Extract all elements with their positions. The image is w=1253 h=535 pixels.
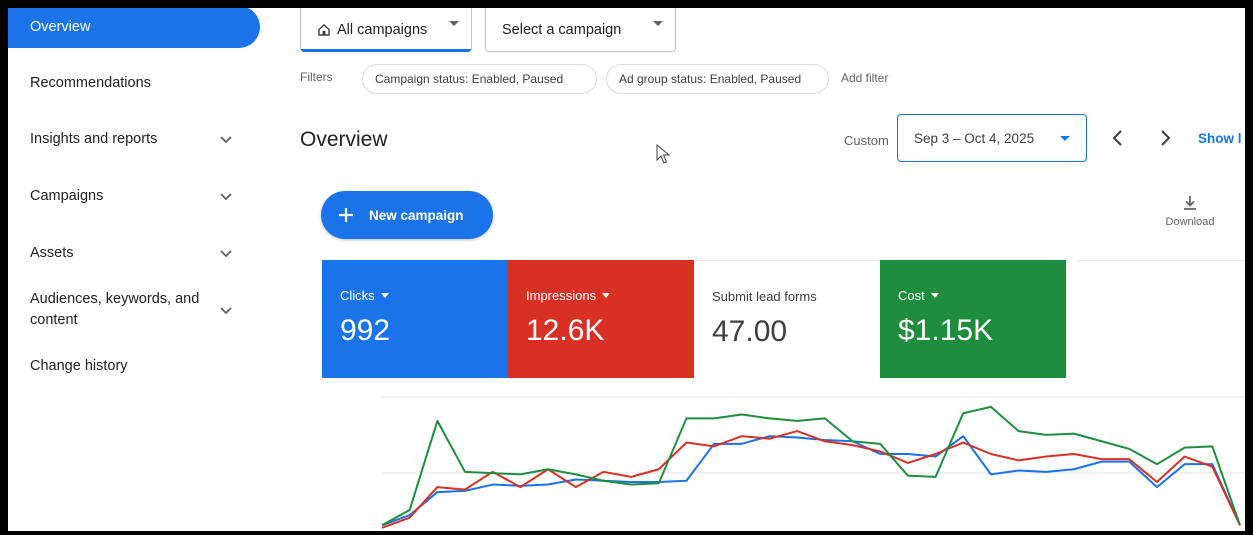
download-button[interactable]: Download	[1158, 194, 1222, 228]
metric-card-impressions[interactable]: Impressions 12.6K	[508, 260, 694, 378]
metric-card-empty	[1076, 260, 1245, 379]
sidebar-item-label: Campaigns	[30, 188, 104, 204]
metric-value: 992	[340, 314, 391, 347]
sidebar-item-insights-and-reports[interactable]: Insights and reports	[8, 117, 260, 161]
filter-chip-ad-group-status[interactable]: Ad group status: Enabled, Paused	[606, 64, 829, 94]
view-selector[interactable]: All campaigns	[300, 8, 472, 52]
mouse-pointer-icon	[656, 144, 671, 164]
sidebar-item-change-history[interactable]: Change history	[8, 344, 260, 388]
series-line-2	[381, 405, 1241, 527]
plus-icon	[339, 208, 353, 222]
metric-value: $1.15K	[898, 314, 994, 347]
sidebar-item-label: Insights and reports	[30, 131, 158, 147]
metric-card-cost[interactable]: Cost $1.15K	[880, 260, 1066, 378]
app-window: Overview Recommendations Insights and re…	[8, 8, 1245, 531]
metric-value: 12.6K	[526, 314, 605, 347]
chevron-down-icon[interactable]	[218, 188, 234, 204]
caret-down-icon	[449, 21, 459, 26]
new-campaign-label: New campaign	[369, 207, 464, 223]
sidebar-item-assets[interactable]: Assets	[8, 231, 260, 275]
home-icon	[318, 24, 330, 36]
range-type-label: Custom	[844, 133, 889, 148]
sidebar-item-label: Change history	[30, 358, 128, 374]
chevron-down-icon[interactable]	[218, 245, 234, 261]
new-campaign-button[interactable]: New campaign	[321, 191, 493, 239]
metric-label: Submit lead forms	[712, 289, 817, 304]
line-chart	[381, 396, 1245, 529]
chevron-down-icon[interactable]	[218, 131, 234, 147]
campaign-selector-value: Select a campaign	[502, 22, 622, 38]
caret-down-icon	[1060, 136, 1070, 141]
date-range-picker[interactable]: Sep 3 – Oct 4, 2025	[897, 114, 1087, 162]
campaign-selector[interactable]: Select a campaign	[485, 8, 676, 52]
sidebar-item-label: Recommendations	[30, 75, 151, 91]
selected-underline	[301, 49, 471, 52]
filter-chip-campaign-status[interactable]: Campaign status: Enabled, Paused	[362, 64, 597, 94]
sidebar-item-label: Assets	[30, 245, 74, 261]
show-link[interactable]: Show l	[1198, 131, 1242, 146]
metric-card-clicks[interactable]: Clicks 992	[322, 260, 508, 378]
performance-chart	[322, 378, 1245, 531]
caret-down-icon[interactable]	[930, 293, 939, 298]
caret-down-icon[interactable]	[602, 293, 611, 298]
series-line-1	[381, 430, 1241, 529]
download-icon	[1184, 196, 1196, 210]
sidebar-item-label: Overview	[30, 19, 91, 35]
metric-value: 47.00	[712, 315, 788, 348]
sidebar-item-recommendations[interactable]: Recommendations	[8, 61, 260, 105]
download-label: Download	[1165, 216, 1215, 228]
main-content: All campaigns Select a campaign Filters …	[270, 8, 1245, 531]
page-title: Overview	[300, 128, 388, 151]
metric-label: Clicks	[340, 288, 375, 303]
metric-card-submit-lead-forms[interactable]: Submit lead forms 47.00	[694, 260, 880, 378]
caret-down-icon[interactable]	[380, 293, 389, 298]
metric-label: Cost	[898, 288, 925, 303]
date-range-value: Sep 3 – Oct 4, 2025	[914, 130, 1035, 146]
add-filter-link[interactable]: Add filter	[841, 71, 888, 85]
chevron-right-icon[interactable]	[1153, 126, 1177, 150]
metric-label: Impressions	[526, 288, 597, 303]
sidebar: Overview Recommendations Insights and re…	[8, 8, 270, 531]
filters-label: Filters	[300, 70, 333, 84]
chevron-down-icon[interactable]	[218, 302, 234, 318]
sidebar-item-overview[interactable]: Overview	[8, 8, 260, 48]
chevron-left-icon[interactable]	[1106, 126, 1130, 150]
caret-down-icon	[653, 21, 663, 26]
sidebar-item-label: Audiences, keywords, and content	[30, 291, 200, 328]
view-selector-value: All campaigns	[337, 22, 428, 38]
sidebar-item-audiences-keywords-content[interactable]: Audiences, keywords, and content	[8, 287, 260, 333]
sidebar-item-campaigns[interactable]: Campaigns	[8, 174, 260, 218]
